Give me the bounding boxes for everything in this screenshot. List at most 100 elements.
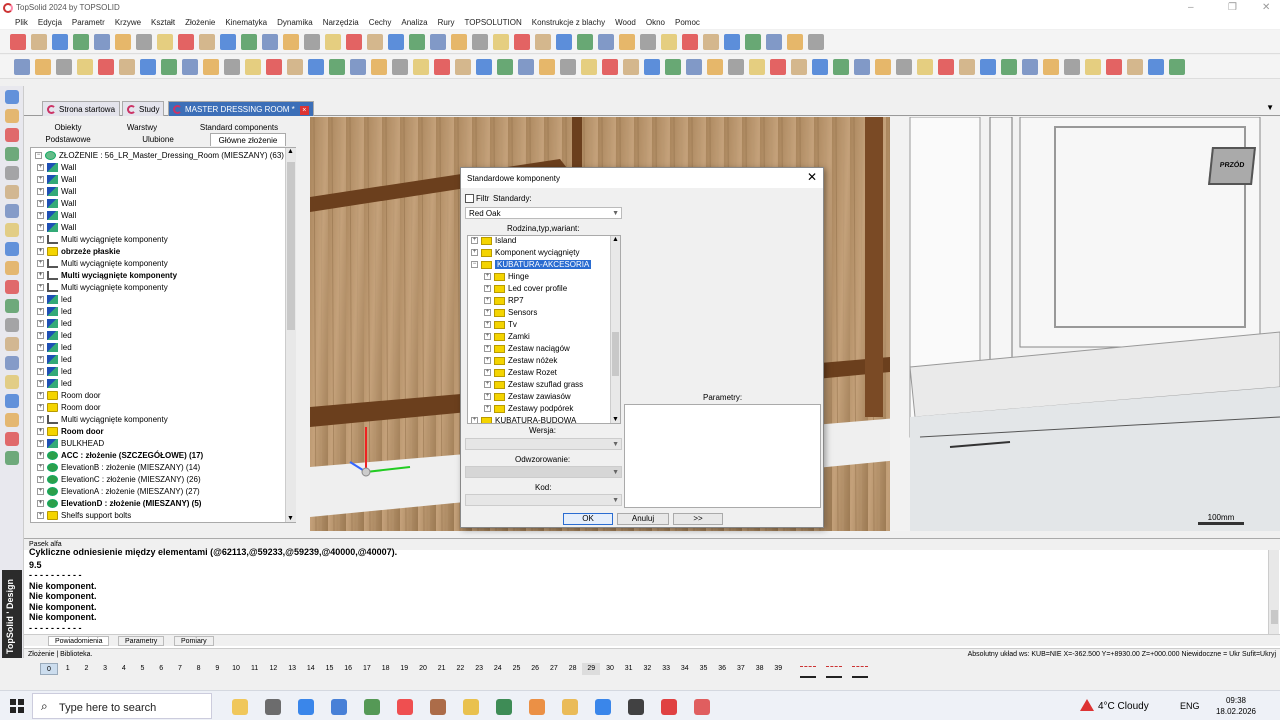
- layer-button[interactable]: 25: [508, 663, 526, 675]
- scroll-up-icon[interactable]: ▲: [612, 236, 619, 243]
- component-family-list[interactable]: + KUBATURA-BUDOWA + Zestawy podpórek + Zestaw…: [467, 235, 621, 424]
- expand-icon[interactable]: +: [37, 464, 44, 472]
- expand-icon[interactable]: +: [37, 476, 44, 484]
- expand-icon[interactable]: +: [484, 309, 491, 317]
- expand-icon[interactable]: +: [484, 321, 491, 329]
- tool-icon[interactable]: [94, 34, 110, 50]
- layer-button[interactable]: 31: [620, 663, 638, 675]
- expand-icon[interactable]: +: [484, 333, 491, 341]
- tree-item[interactable]: + led: [37, 318, 72, 330]
- line-style-icon[interactable]: [800, 676, 816, 678]
- expand-icon[interactable]: +: [37, 224, 44, 232]
- expand-icon[interactable]: +: [37, 212, 44, 220]
- left-tool-icon[interactable]: [5, 147, 19, 161]
- tree-item[interactable]: + ElevationC : złożenie (MIESZANY) (26): [37, 474, 201, 486]
- expand-icon[interactable]: +: [484, 393, 491, 401]
- taskbar-app-icon[interactable]: [265, 699, 281, 715]
- tool-icon[interactable]: [10, 34, 26, 50]
- family-list-item[interactable]: + Zestawy podpórek: [484, 403, 573, 415]
- layer-button[interactable]: 29: [582, 663, 601, 675]
- tool-icon[interactable]: [56, 59, 72, 75]
- taskbar-app-icon[interactable]: [232, 699, 248, 715]
- tab-ulubione[interactable]: Ulubione: [128, 135, 188, 144]
- tool-icon[interactable]: [73, 34, 89, 50]
- tab-obiekty[interactable]: Obiekty: [38, 123, 98, 132]
- tool-icon[interactable]: [14, 59, 30, 75]
- parameters-panel[interactable]: [624, 404, 821, 508]
- layer-button[interactable]: 9: [208, 663, 226, 675]
- expand-icon[interactable]: +: [37, 296, 44, 304]
- line-style-icon[interactable]: [852, 676, 868, 678]
- scroll-down-icon[interactable]: ▼: [612, 416, 619, 423]
- layer-button[interactable]: 22: [451, 663, 469, 675]
- tool-icon[interactable]: [392, 59, 408, 75]
- layer-button[interactable]: 7: [171, 663, 189, 675]
- left-tool-icon[interactable]: [5, 375, 19, 389]
- tool-icon[interactable]: [514, 34, 530, 50]
- tree-item[interactable]: + Multi wyciągnięte komponenty: [37, 282, 168, 294]
- tool-icon[interactable]: [329, 59, 345, 75]
- layer-button[interactable]: 32: [638, 663, 656, 675]
- expand-icon[interactable]: +: [37, 500, 44, 508]
- family-list-item[interactable]: + Zestaw zawiasów: [484, 391, 571, 403]
- tree-item[interactable]: + Wall: [37, 210, 76, 222]
- tool-icon[interactable]: [728, 59, 744, 75]
- ok-button[interactable]: OK: [563, 513, 613, 525]
- tree-item[interactable]: + Room door: [37, 426, 104, 438]
- family-list-item[interactable]: + KUBATURA-BUDOWA: [471, 415, 576, 423]
- menu-item-4[interactable]: Kształt: [146, 18, 180, 27]
- tool-icon[interactable]: [455, 59, 471, 75]
- tool-icon[interactable]: [602, 59, 618, 75]
- tree-item[interactable]: + led: [37, 342, 72, 354]
- family-list-item[interactable]: + Zestaw nóżek: [484, 355, 557, 367]
- left-tool-icon[interactable]: [5, 394, 19, 408]
- tool-icon[interactable]: [1169, 59, 1185, 75]
- tree-root[interactable]: − ZŁOŻENIE : 56_LR_Master_Dressing_Room (…: [35, 150, 284, 162]
- taskbar-app-icon[interactable]: [430, 699, 446, 715]
- expand-icon[interactable]: +: [37, 512, 44, 520]
- expand-icon[interactable]: +: [484, 273, 491, 281]
- clock-time[interactable]: 09:38: [1214, 696, 1258, 705]
- taskbar-app-icon[interactable]: [628, 699, 644, 715]
- expand-icon[interactable]: +: [37, 236, 44, 244]
- menu-item-1[interactable]: Edycja: [33, 18, 67, 27]
- tree-item[interactable]: + Room door: [37, 402, 101, 414]
- tool-icon[interactable]: [199, 34, 215, 50]
- expand-icon[interactable]: +: [37, 320, 44, 328]
- menu-item-6[interactable]: Kinematyka: [220, 18, 272, 27]
- expand-icon[interactable]: +: [471, 249, 478, 257]
- list-scrollbar[interactable]: ▲ ▼: [610, 236, 620, 423]
- tool-icon[interactable]: [707, 59, 723, 75]
- expand-icon[interactable]: +: [37, 368, 44, 376]
- tree-item[interactable]: + led: [37, 366, 72, 378]
- expand-icon[interactable]: +: [37, 452, 44, 460]
- tool-icon[interactable]: [157, 34, 173, 50]
- tool-icon[interactable]: [493, 34, 509, 50]
- family-list-item[interactable]: + Zamki: [484, 331, 530, 343]
- tool-icon[interactable]: [371, 59, 387, 75]
- expand-icon[interactable]: +: [37, 428, 44, 436]
- layer-button[interactable]: 5: [134, 663, 152, 675]
- tool-icon[interactable]: [1022, 59, 1038, 75]
- family-list-item[interactable]: + Zestaw szuflad grass: [484, 379, 583, 391]
- tool-icon[interactable]: [119, 59, 135, 75]
- tool-icon[interactable]: [833, 59, 849, 75]
- tab-powiadomienia[interactable]: Powiadomienia: [48, 636, 110, 646]
- menu-item-16[interactable]: Pomoc: [670, 18, 705, 27]
- tree-item[interactable]: + BULKHEAD: [37, 438, 104, 450]
- expand-icon[interactable]: +: [37, 260, 44, 268]
- family-list-item[interactable]: − KUBATURA-AKCESORIA: [471, 259, 592, 271]
- tool-icon[interactable]: [220, 34, 236, 50]
- tool-icon[interactable]: [350, 59, 366, 75]
- tab-podstawowe[interactable]: Podstawowe: [38, 135, 98, 144]
- tree-item[interactable]: + led: [37, 354, 72, 366]
- tool-icon[interactable]: [266, 59, 282, 75]
- tool-icon[interactable]: [451, 34, 467, 50]
- taskbar-app-icon[interactable]: [298, 699, 314, 715]
- tree-item[interactable]: + ACC : złożenie (SZCZEGÓŁOWE) (17): [37, 450, 203, 462]
- tool-icon[interactable]: [598, 34, 614, 50]
- family-list-item[interactable]: + Tv: [484, 319, 517, 331]
- left-tool-icon[interactable]: [5, 223, 19, 237]
- tool-icon[interactable]: [31, 34, 47, 50]
- tree-scrollbar[interactable]: ▲ ▼: [285, 148, 296, 522]
